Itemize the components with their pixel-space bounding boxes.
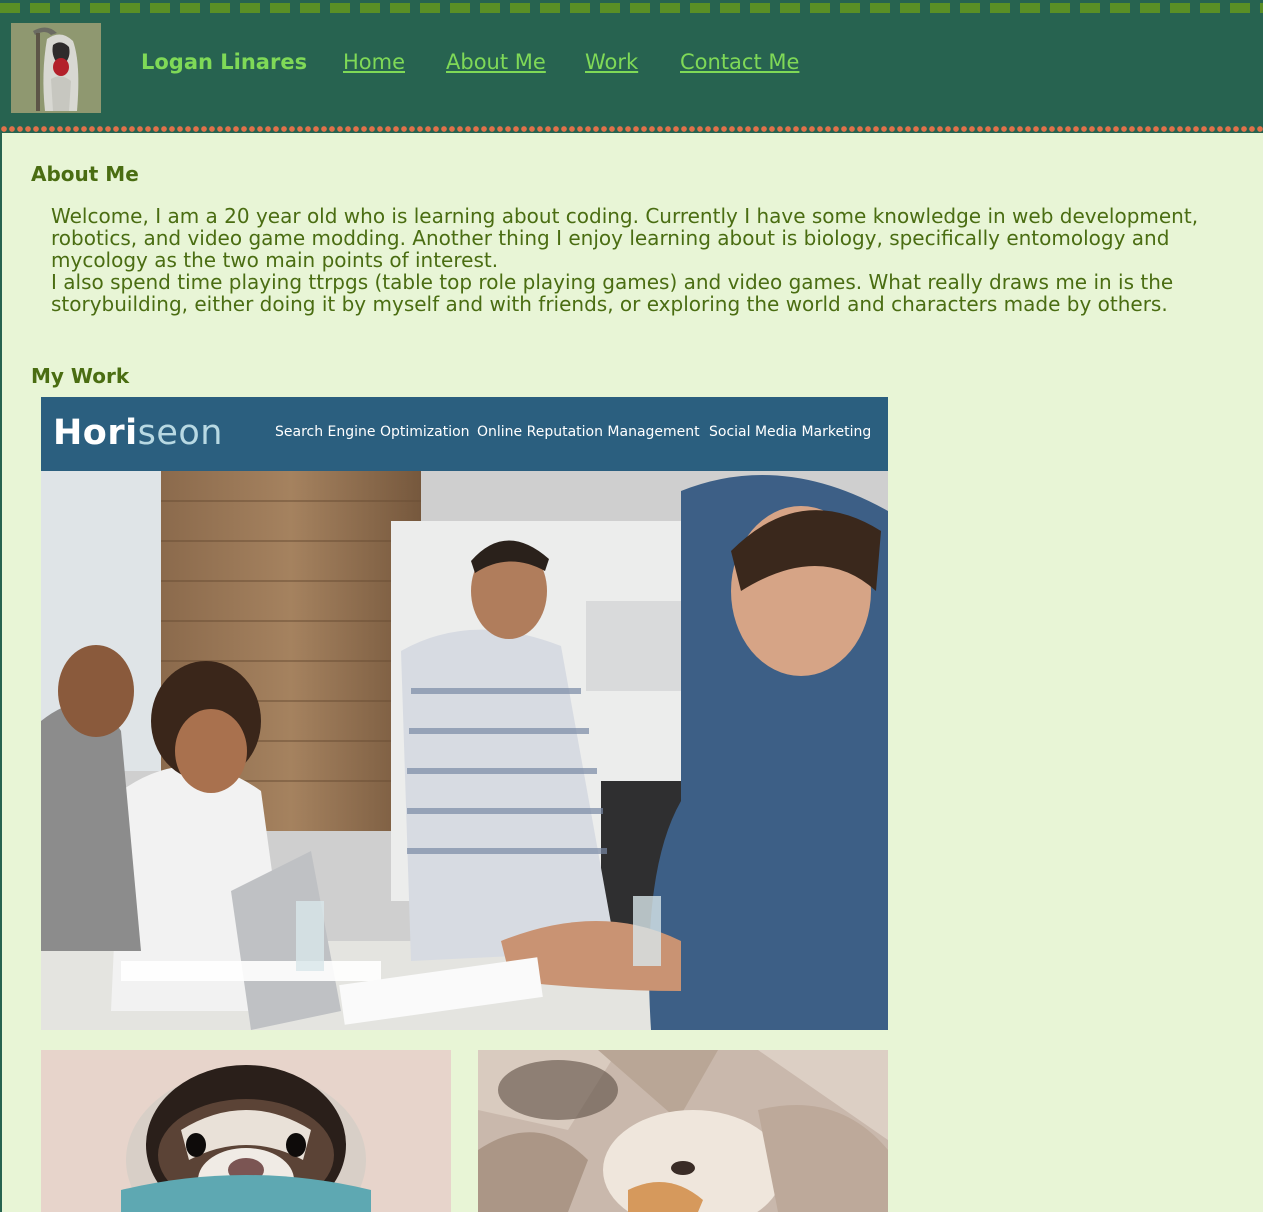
- about-paragraph: Welcome, I am a 20 year old who is learn…: [51, 204, 1199, 272]
- about-text: Welcome, I am a 20 year old who is learn…: [51, 205, 1231, 315]
- project-tile-ferret-blanket[interactable]: [478, 1050, 888, 1212]
- horiseon-nav-item: Social Media Marketing: [709, 424, 872, 440]
- horiseon-header-bar: Horiseon Search Engine Optimization Onli…: [41, 397, 888, 471]
- horiseon-logo: Horiseon: [53, 413, 223, 453]
- site-name: Logan Linares: [141, 50, 308, 74]
- page-left-border: [0, 133, 2, 1212]
- reaper-icon: [11, 23, 101, 113]
- horiseon-nav-item: Search Engine Optimization: [275, 424, 470, 440]
- about-heading: About Me: [31, 162, 139, 186]
- nav-contact-link[interactable]: Contact Me: [680, 50, 799, 74]
- nav-about-link[interactable]: About Me: [446, 50, 546, 74]
- work-heading: My Work: [31, 364, 130, 388]
- header-dash-border: [0, 3, 1263, 13]
- ferret-blanket-photo: [478, 1050, 888, 1212]
- avatar: [11, 23, 101, 113]
- header-dot-border: [0, 125, 1263, 133]
- office-meeting-photo: [41, 471, 888, 1030]
- featured-project-horiseon[interactable]: Horiseon Search Engine Optimization Onli…: [41, 397, 888, 1030]
- nav-work-link[interactable]: Work: [585, 50, 638, 74]
- about-paragraph: I also spend time playing ttrpgs (table …: [51, 270, 1174, 316]
- nav-home-link[interactable]: Home: [343, 50, 405, 74]
- horiseon-nav-item: Online Reputation Management: [477, 424, 700, 440]
- ferret-hoodie-photo: [41, 1050, 451, 1212]
- site-header: Logan Linares Home About Me Work Contact…: [0, 0, 1263, 133]
- project-tile-ferret-hoodie[interactable]: [41, 1050, 451, 1212]
